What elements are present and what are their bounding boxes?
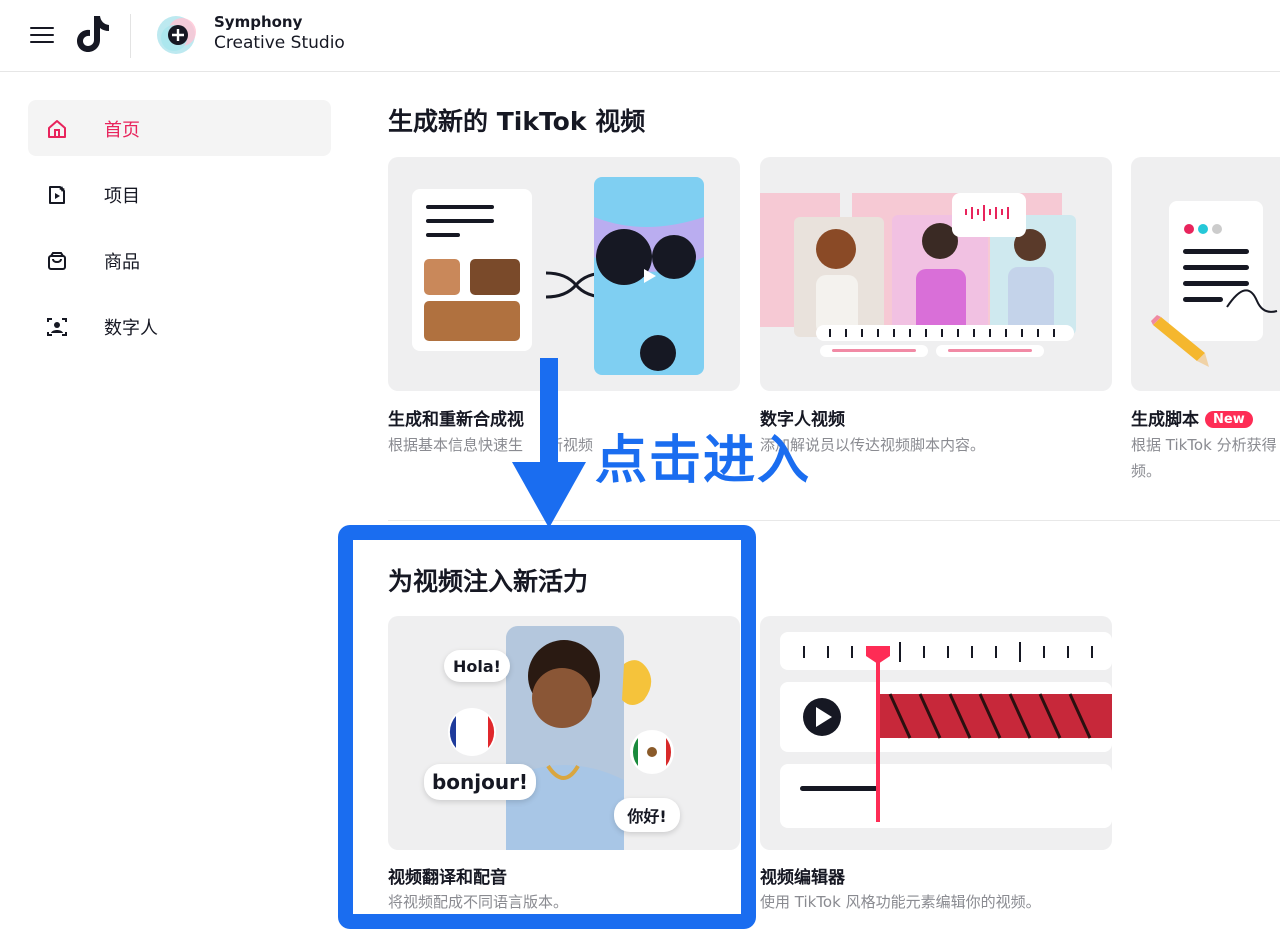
sidebar-item-projects[interactable]: 项目 xyxy=(28,166,331,222)
top-bar: Symphony Creative Studio xyxy=(0,0,1280,72)
menu-icon[interactable] xyxy=(30,24,54,44)
tiktok-logo-icon[interactable] xyxy=(74,12,112,56)
sidebar: 首页 项目 商品 数字人 xyxy=(0,72,350,935)
card-editor-image[interactable] xyxy=(760,616,1112,850)
down-arrow-icon xyxy=(512,358,586,528)
sidebar-item-label: 首页 xyxy=(104,120,140,141)
brand-name: Symphony xyxy=(214,13,303,31)
project-icon xyxy=(49,186,65,204)
remix-illustration-icon xyxy=(412,177,704,375)
sidebar-item-home[interactable]: 首页 xyxy=(28,100,331,156)
new-badge: New xyxy=(1205,411,1253,428)
card-title-editor[interactable]: 视频编辑器 xyxy=(760,863,845,888)
editor-illustration-icon xyxy=(780,632,1112,828)
card-digital-human-image[interactable] xyxy=(760,157,1112,391)
sidebar-item-label: 项目 xyxy=(104,186,140,207)
avatar-icon xyxy=(47,318,67,336)
sidebar-item-label: 商品 xyxy=(104,252,140,273)
card-title-script[interactable]: 生成脚本 New xyxy=(1131,405,1253,430)
card-desc-script: 根据 TikTok 分析获得 xyxy=(1131,436,1277,454)
symphony-logo-icon[interactable] xyxy=(152,12,206,58)
digital-human-illustration-icon xyxy=(760,193,1076,357)
sidebar-item-label: 数字人 xyxy=(104,318,158,339)
annotation-text: 点击进入 xyxy=(595,431,812,491)
brand-subtitle: Creative Studio xyxy=(214,33,345,53)
home-icon xyxy=(48,120,66,138)
section-title-generate: 生成新的 TikTok 视频 xyxy=(388,107,646,136)
script-illustration-icon xyxy=(1151,201,1278,367)
header-divider xyxy=(130,14,131,58)
card-title-script-text: 生成脚本 xyxy=(1131,410,1199,430)
bag-icon xyxy=(48,252,66,270)
card-script-image[interactable] xyxy=(1131,157,1280,391)
card-desc-editor: 使用 TikTok 风格功能元素编辑你的视频。 xyxy=(760,893,1041,911)
sidebar-item-products[interactable]: 商品 xyxy=(28,232,331,288)
card-title-remix[interactable]: 生成和重新合成视 xyxy=(388,405,524,430)
card-desc-script-line2: 频。 xyxy=(1131,462,1162,480)
highlight-box xyxy=(338,525,756,929)
sidebar-item-digital-human[interactable]: 数字人 xyxy=(28,298,331,354)
card-remix-image[interactable] xyxy=(388,157,740,391)
card-desc-remix: 根据基本信息快速生 xyxy=(388,436,524,454)
